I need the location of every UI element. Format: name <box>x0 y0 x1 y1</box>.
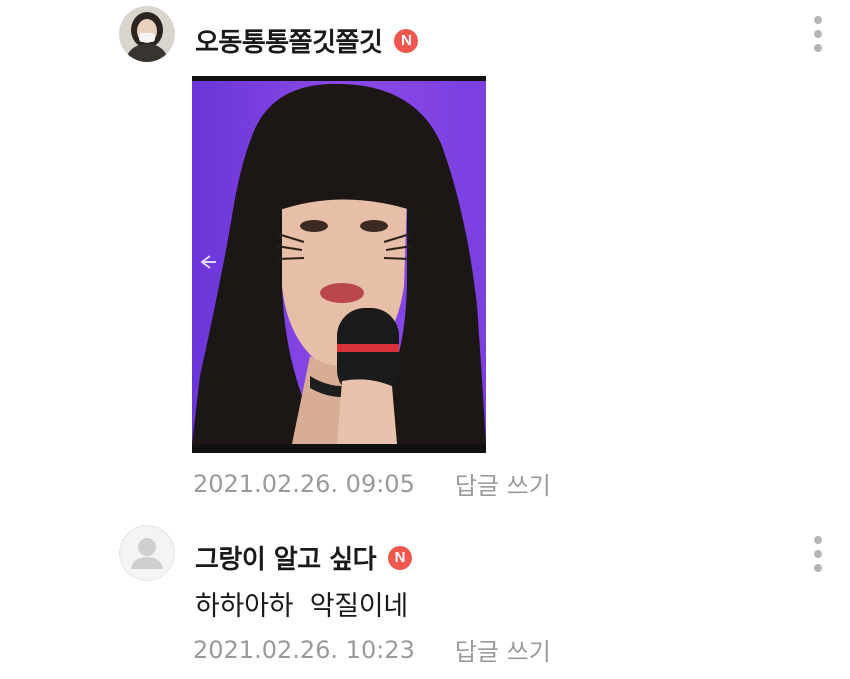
comment-meta: 2021.02.26. 09:05 답글 쓰기 <box>193 466 551 501</box>
user-photo-avatar-icon <box>119 6 175 62</box>
comment-item: 그랑이 알고 싶다 N 하하아하 악질이네 2021.02.26. 10:23 … <box>0 510 850 679</box>
more-options-icon[interactable] <box>812 535 824 575</box>
comment-item: 오동통통쫄깃쫄깃 N 2021.02.26. 09:05 답글 쓰기 <box>0 0 850 510</box>
default-user-avatar-icon <box>119 525 175 581</box>
username[interactable]: 그랑이 알고 싶다 <box>195 539 377 576</box>
username-row: 그랑이 알고 싶다 N <box>195 539 413 576</box>
timestamp: 2021.02.26. 10:23 <box>193 635 415 664</box>
more-options-icon[interactable] <box>812 15 824 55</box>
photo-attachment[interactable] <box>192 76 486 453</box>
username[interactable]: 오동통통쫄깃쫄깃 <box>195 22 383 59</box>
reply-button[interactable]: 답글 쓰기 <box>455 632 551 667</box>
timestamp: 2021.02.26. 09:05 <box>193 469 415 498</box>
reply-button[interactable]: 답글 쓰기 <box>455 466 551 501</box>
new-badge: N <box>394 28 419 53</box>
user-avatar[interactable] <box>119 525 175 581</box>
new-badge: N <box>388 545 413 570</box>
user-avatar[interactable] <box>119 6 175 62</box>
comment-meta: 2021.02.26. 10:23 답글 쓰기 <box>193 632 551 667</box>
photo-attachment-icon <box>192 76 486 453</box>
username-row: 오동통통쫄깃쫄깃 N <box>195 22 419 59</box>
comment-text: 하하아하 악질이네 <box>195 591 408 622</box>
